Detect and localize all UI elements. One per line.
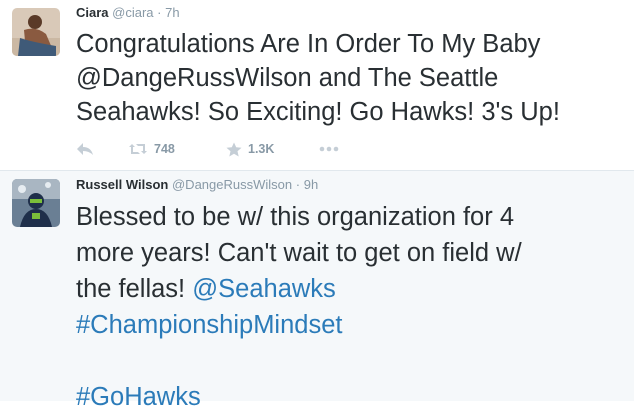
tweet-line: the fellas! @Seahawks [76, 271, 626, 307]
star-icon [226, 142, 242, 157]
avatar[interactable] [12, 179, 60, 227]
retweet-icon [128, 142, 148, 156]
author-name[interactable]: Russell Wilson [76, 177, 168, 192]
reply-button[interactable] [76, 139, 94, 159]
favorite-button[interactable]: 1.3K [226, 139, 274, 159]
favorite-count: 1.3K [248, 142, 275, 156]
more-button[interactable] [319, 139, 339, 159]
author-name[interactable]: Ciara [76, 5, 109, 20]
tweet-line: more years! Can't wait to get on field w… [76, 239, 522, 267]
author-handle[interactable]: @ciara [112, 5, 153, 20]
tweet-header: Ciara @ciara · 7h [76, 5, 180, 21]
more-icon [319, 146, 339, 152]
tweet-line: Seahawks! So Exciting! Go Hawks! 3's Up! [76, 98, 560, 126]
tweet-time[interactable]: 9h [304, 177, 318, 192]
tweet-line: @DangeRussWilson and The Seattle [76, 64, 499, 92]
tweet-russell-wilson[interactable]: Russell Wilson @DangeRussWilson · 9h Ble… [0, 171, 634, 411]
tweet-text: Congratulations Are In Order To My Baby … [76, 27, 626, 129]
tweet-header: Russell Wilson @DangeRussWilson · 9h [76, 177, 318, 193]
retweet-count: 748 [154, 142, 175, 156]
author-handle[interactable]: @DangeRussWilson [172, 177, 292, 192]
retweet-button[interactable]: 748 [128, 139, 175, 159]
mention-link[interactable]: @Seahawks [192, 275, 336, 303]
tweet-text: Blessed to be w/ this organization for 4… [76, 199, 626, 415]
hashtag-link[interactable]: #GoHawks [76, 379, 626, 415]
tweet-line: Congratulations Are In Order To My Baby [76, 30, 541, 58]
tweet-line-text: the fellas! [76, 275, 186, 303]
avatar[interactable] [12, 8, 60, 56]
hashtag-link[interactable]: #ChampionshipMindset [76, 307, 626, 343]
separator: · [157, 5, 162, 20]
separator: · [295, 177, 301, 192]
tweet-line: Blessed to be w/ this organization for 4 [76, 203, 514, 231]
tweet-time[interactable]: 7h [165, 5, 179, 20]
tweet-ciara[interactable]: Ciara @ciara · 7h Congratulations Are In… [0, 0, 634, 171]
reply-icon [76, 142, 94, 156]
